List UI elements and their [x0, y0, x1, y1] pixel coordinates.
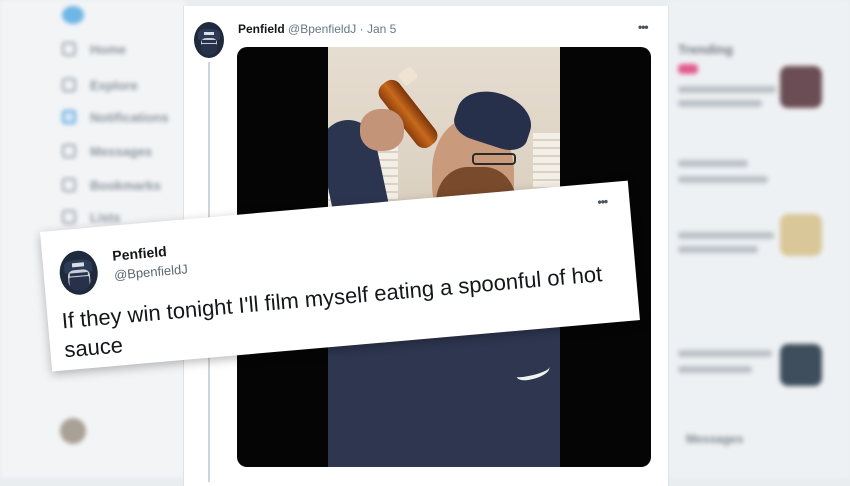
trend-thumbnail[interactable]: [780, 66, 822, 108]
bird-logo-icon[interactable]: [62, 6, 84, 24]
author-handle: @BpenfieldJ: [113, 261, 189, 283]
sidebar-item-label: Messages: [90, 143, 153, 159]
sidebar-item-home[interactable]: Home: [62, 40, 126, 58]
sidebar-item-label: Home: [90, 41, 127, 57]
sidebar-item-label: Lists: [90, 209, 121, 225]
trend-line: [678, 232, 774, 239]
more-options-icon: •••: [596, 194, 608, 210]
right-column: Trending Messages: [668, 0, 850, 478]
trend-badge: [678, 64, 698, 74]
sidebar-item-explore[interactable]: Explore: [62, 76, 138, 94]
sidebar-item-label: Notifications: [90, 109, 169, 125]
messages-drawer-label[interactable]: Messages: [686, 432, 743, 446]
account-avatar[interactable]: [60, 418, 86, 444]
sidebar-item-messages[interactable]: Messages: [62, 142, 152, 160]
trend-line: [678, 366, 752, 373]
avatar[interactable]: [194, 22, 224, 58]
mail-icon: [62, 144, 76, 158]
sidebar-item-label: Bookmarks: [90, 177, 161, 193]
sidebar-item-bookmarks[interactable]: Bookmarks: [62, 176, 161, 194]
trending-heading: Trending: [678, 42, 733, 57]
trend-line: [678, 86, 776, 93]
home-icon: [62, 42, 76, 56]
hashtag-icon: [62, 78, 76, 92]
sidebar-item-notifications[interactable]: Notifications: [62, 108, 169, 126]
author-handle[interactable]: @BpenfieldJ: [288, 22, 356, 36]
trend-thumbnail[interactable]: [780, 344, 822, 386]
tweet-date[interactable]: Jan 5: [367, 22, 396, 36]
bookmark-icon: [62, 178, 76, 192]
sidebar-item-lists[interactable]: Lists: [62, 208, 120, 226]
sidebar-item-label: Explore: [90, 77, 138, 93]
trend-line: [678, 100, 762, 107]
trend-line: [678, 176, 768, 183]
trend-line: [678, 160, 748, 167]
author-name: Penfield: [111, 243, 168, 264]
more-options-icon[interactable]: •••: [638, 20, 649, 34]
trend-line: [678, 246, 758, 253]
list-icon: [62, 210, 76, 224]
trend-line: [678, 350, 772, 357]
avatar: [57, 249, 100, 297]
tweet-header: Penfield @BpenfieldJ · Jan 5: [238, 22, 396, 36]
trend-thumbnail[interactable]: [780, 214, 822, 256]
author-name[interactable]: Penfield: [238, 22, 285, 36]
bell-icon: [62, 110, 76, 124]
separator: ·: [359, 22, 364, 36]
